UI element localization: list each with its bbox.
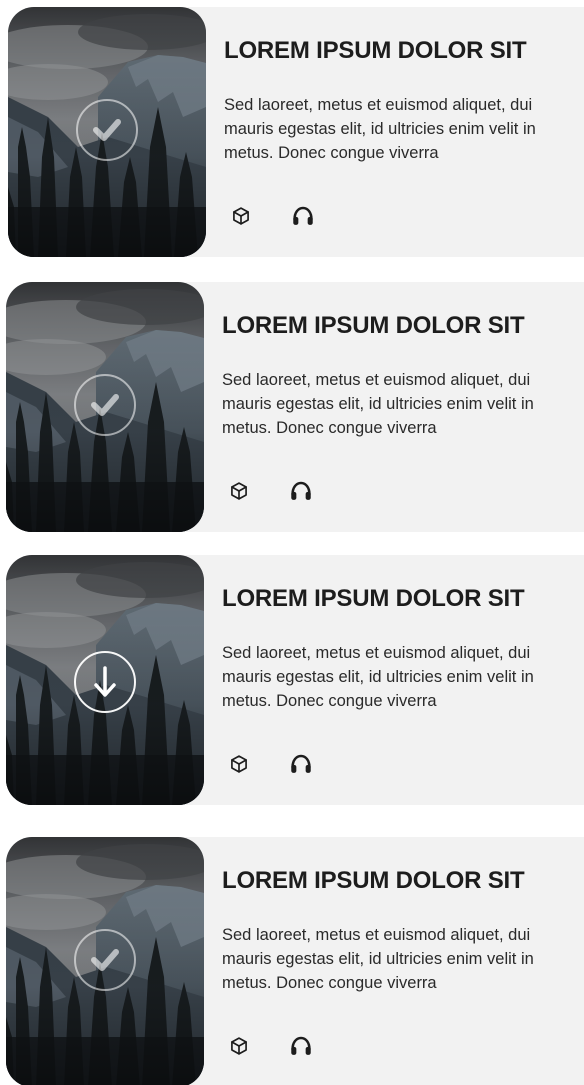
thumbnail-image[interactable] xyxy=(6,555,204,805)
list-item[interactable]: LOREM IPSUM DOLOR SIT Sed laoreet, metus… xyxy=(0,282,584,532)
card-title: LOREM IPSUM DOLOR SIT xyxy=(222,312,525,339)
downloaded-status-button[interactable] xyxy=(76,99,138,161)
cube-icon[interactable] xyxy=(228,480,250,502)
card-description: Sed laoreet, metus et euismod aliquet, d… xyxy=(222,926,534,992)
card-title: LOREM IPSUM DOLOR SIT xyxy=(222,867,525,894)
arrow-down-icon xyxy=(94,666,116,697)
card-icons xyxy=(230,205,314,227)
card-content: LOREM IPSUM DOLOR SIT Sed laoreet, metus… xyxy=(214,282,572,532)
list-item[interactable]: LOREM IPSUM DOLOR SIT Sed laoreet, metus… xyxy=(0,7,584,257)
card-icons xyxy=(228,1035,312,1057)
headphones-icon[interactable] xyxy=(290,753,312,775)
card-content: LOREM IPSUM DOLOR SIT Sed laoreet, metus… xyxy=(214,555,572,805)
card-icons xyxy=(228,480,312,502)
thumbnail-image[interactable] xyxy=(6,837,204,1085)
check-icon xyxy=(91,949,119,971)
downloaded-status-button[interactable] xyxy=(74,929,136,991)
card-description: Sed laoreet, metus et euismod aliquet, d… xyxy=(222,644,534,710)
card-list: LOREM IPSUM DOLOR SIT Sed laoreet, metus… xyxy=(0,0,584,1085)
card-description: Sed laoreet, metus et euismod aliquet, d… xyxy=(222,371,534,437)
downloaded-status-button[interactable] xyxy=(74,374,136,436)
headphones-icon[interactable] xyxy=(290,1035,312,1057)
check-icon xyxy=(91,394,119,416)
list-item[interactable]: LOREM IPSUM DOLOR SIT Sed laoreet, metus… xyxy=(0,837,584,1085)
headphones-icon[interactable] xyxy=(290,480,312,502)
thumbnail-image[interactable] xyxy=(8,7,206,257)
check-icon xyxy=(93,119,121,141)
card-content: LOREM IPSUM DOLOR SIT Sed laoreet, metus… xyxy=(214,837,572,1085)
cube-icon[interactable] xyxy=(230,205,252,227)
card-description: Sed laoreet, metus et euismod aliquet, d… xyxy=(224,96,536,162)
download-button[interactable] xyxy=(74,651,136,713)
card-title: LOREM IPSUM DOLOR SIT xyxy=(224,37,527,64)
cube-icon[interactable] xyxy=(228,753,250,775)
headphones-icon[interactable] xyxy=(292,205,314,227)
card-title: LOREM IPSUM DOLOR SIT xyxy=(222,585,525,612)
list-item[interactable]: LOREM IPSUM DOLOR SIT Sed laoreet, metus… xyxy=(0,555,584,805)
card-content: LOREM IPSUM DOLOR SIT Sed laoreet, metus… xyxy=(216,7,572,257)
thumbnail-image[interactable] xyxy=(6,282,204,532)
cube-icon[interactable] xyxy=(228,1035,250,1057)
card-icons xyxy=(228,753,312,775)
